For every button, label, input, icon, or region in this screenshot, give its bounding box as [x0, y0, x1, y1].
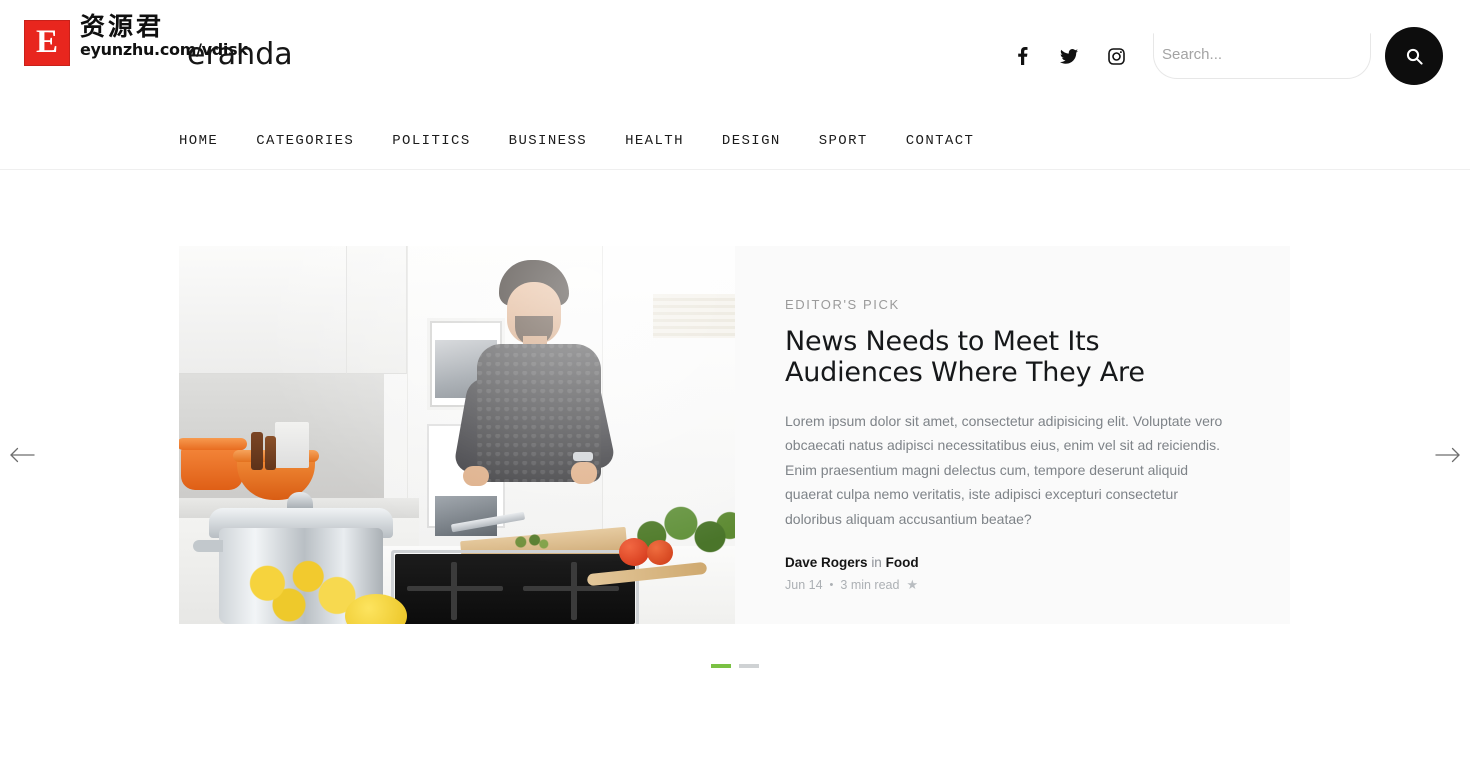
category-link[interactable]: Food	[886, 555, 919, 570]
publish-date: Jun 14	[785, 578, 823, 593]
twitter-icon[interactable]	[1060, 47, 1078, 65]
nav-item-sport[interactable]: SPORT	[819, 133, 868, 149]
nav-item-contact[interactable]: CONTACT	[906, 133, 975, 149]
star-icon: ★	[906, 577, 919, 593]
logo-letter: E	[35, 23, 58, 60]
nav-item-categories[interactable]: CATEGORIES	[256, 133, 354, 149]
header-top-bar: E 资源君 eyunzhu.com/vdisk eranda	[0, 0, 1470, 112]
search-area	[1153, 27, 1470, 85]
slider-pagination	[0, 664, 1470, 668]
slide-byline: Dave Rogers in Food	[785, 555, 1234, 570]
site-wordmark[interactable]: eranda	[187, 40, 293, 70]
slide-card[interactable]: EDITOR'S PICK News Needs to Meet Its Aud…	[179, 246, 1290, 624]
author-name[interactable]: Dave Rogers	[785, 555, 868, 570]
header-right-cluster	[1013, 0, 1470, 112]
site-header: E 资源君 eyunzhu.com/vdisk eranda Search...…	[0, 0, 1470, 170]
search-input[interactable]	[1153, 33, 1371, 79]
nav-item-business[interactable]: BUSINESS	[509, 133, 587, 149]
slide-excerpt: Lorem ipsum dolor sit amet, consectetur …	[785, 412, 1223, 527]
main-navigation: HOME CATEGORIES POLITICS BUSINESS HEALTH…	[0, 112, 1470, 169]
slide-kicker: EDITOR'S PICK	[785, 297, 900, 312]
slider-dot-2[interactable]	[739, 664, 759, 668]
featured-slider: EDITOR'S PICK News Needs to Meet Its Aud…	[0, 170, 1470, 780]
meta-separator: •	[829, 579, 834, 592]
logo-mark-icon: E	[24, 20, 70, 66]
byline-in-word: in	[871, 555, 882, 571]
nav-item-design[interactable]: DESIGN	[722, 133, 781, 149]
instagram-icon[interactable]	[1107, 47, 1125, 65]
social-links	[1013, 47, 1125, 65]
arrow-left-icon[interactable]	[2, 435, 42, 475]
slide-title[interactable]: News Needs to Meet Its Audiences Where T…	[785, 326, 1185, 389]
slide-meta: Jun 14 • 3 min read ★	[785, 577, 1234, 593]
facebook-icon[interactable]	[1013, 47, 1031, 65]
nav-item-health[interactable]: HEALTH	[625, 133, 684, 149]
kitchen-photo-illustration	[179, 246, 735, 624]
slider-dot-1[interactable]	[711, 664, 731, 668]
nav-item-home[interactable]: HOME	[179, 133, 218, 149]
nav-item-politics[interactable]: POLITICS	[392, 133, 470, 149]
slide-content: EDITOR'S PICK News Needs to Meet Its Aud…	[735, 246, 1290, 624]
slide-image[interactable]	[179, 246, 735, 624]
arrow-right-icon[interactable]	[1428, 435, 1468, 475]
read-time: 3 min read	[840, 578, 900, 593]
search-button[interactable]	[1385, 27, 1443, 85]
